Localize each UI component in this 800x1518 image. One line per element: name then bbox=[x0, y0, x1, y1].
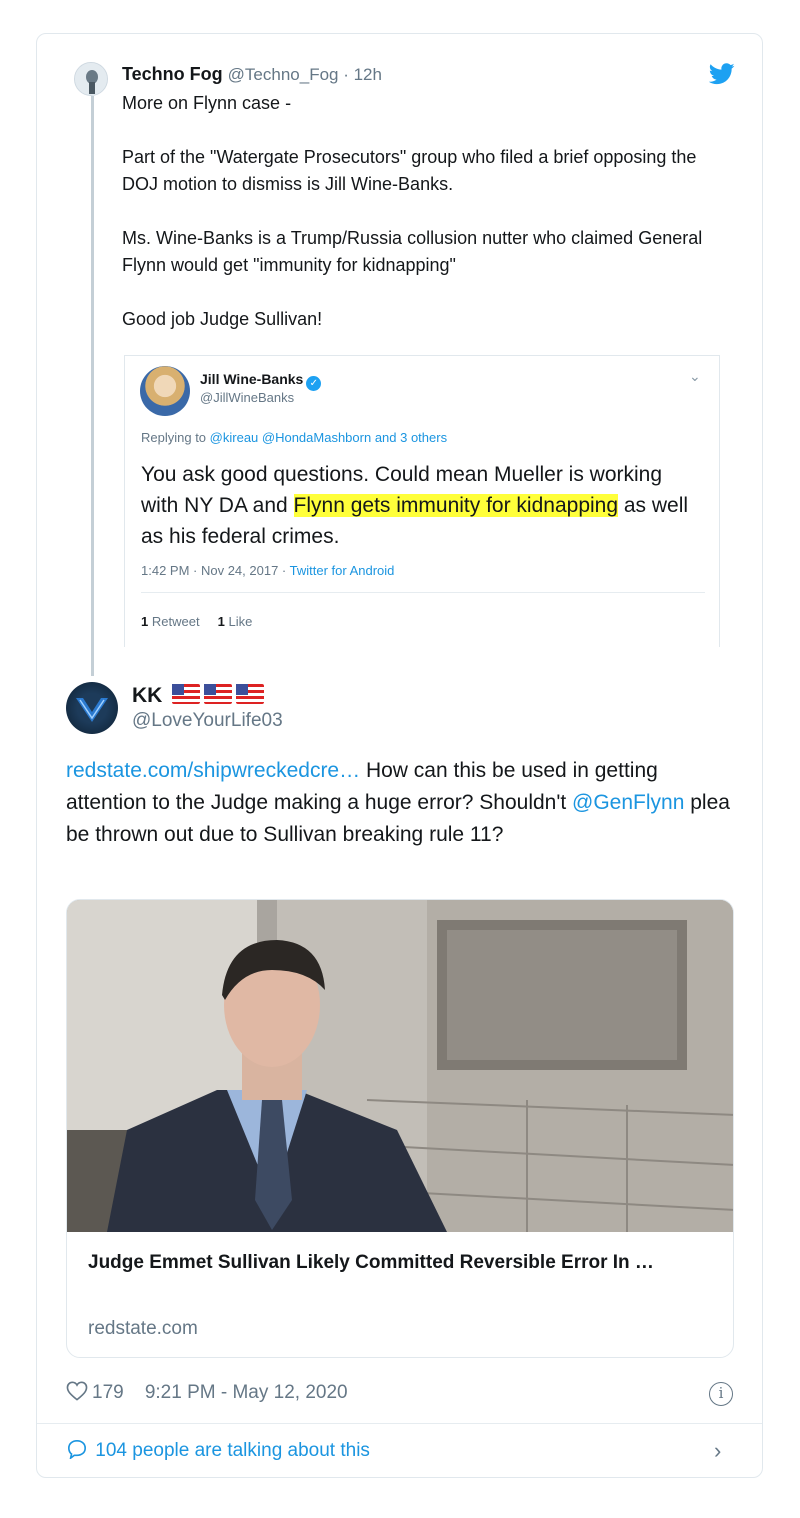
link-preview-card[interactable]: Judge Emmet Sullivan Likely Committed Re… bbox=[66, 899, 734, 1358]
chevron-down-icon: ⌄ bbox=[689, 368, 701, 384]
main-author-handle[interactable]: @LoveYourLife03 bbox=[132, 710, 283, 732]
article-domain: redstate.com bbox=[88, 1318, 198, 1339]
reply-to-accounts: @kireau @HondaMashborn and 3 others bbox=[209, 430, 448, 445]
highlighted-text: Flynn gets immunity for kidnapping bbox=[293, 494, 619, 517]
twitter-bird-icon[interactable] bbox=[709, 63, 735, 85]
main-author-name[interactable]: KK bbox=[132, 684, 265, 708]
author-name[interactable]: Techno Fog bbox=[122, 64, 223, 84]
jill-wine-banks-avatar bbox=[140, 366, 190, 416]
heart-icon[interactable] bbox=[66, 1381, 88, 1407]
thread-connector-line bbox=[91, 96, 94, 676]
parent-tweet-text: More on Flynn case - Part of the "Waterg… bbox=[122, 90, 722, 360]
tweet-timestamp[interactable]: 9:21 PM - May 12, 2020 bbox=[145, 1382, 348, 1403]
quoted-stats: 1 Retweet 1 Like bbox=[141, 614, 253, 629]
us-flag-icon bbox=[236, 684, 265, 704]
quoted-author-name: Jill Wine-Banks ✓ bbox=[200, 371, 322, 391]
mention-link[interactable]: @GenFlynn bbox=[572, 791, 684, 814]
us-flag-icon bbox=[204, 684, 233, 704]
quoted-timestamp: 1:42 PM · Nov 24, 2017 · Twitter for And… bbox=[141, 563, 395, 578]
quoted-tweet-screenshot: Jill Wine-Banks ✓ @JillWineBanks ⌄ Replyi… bbox=[124, 355, 720, 647]
divider bbox=[37, 1423, 762, 1424]
client-name: Twitter for Android bbox=[289, 563, 395, 578]
divider bbox=[141, 592, 705, 593]
article-image bbox=[67, 900, 733, 1232]
tweet-paragraph: More on Flynn case - bbox=[122, 93, 292, 113]
article-title[interactable]: Judge Emmet Sullivan Likely Committed Re… bbox=[88, 1252, 654, 1274]
main-tweet-text: redstate.com/shipwreckedcre… How can thi… bbox=[66, 759, 730, 846]
conversation-link[interactable]: 104 people are talking about this bbox=[66, 1439, 370, 1462]
replying-to-line: Replying to @kireau @HondaMashborn and 3… bbox=[141, 430, 448, 445]
tweet-link[interactable]: redstate.com/shipwreckedcre… bbox=[66, 759, 360, 782]
parent-tweet-header: Techno Fog @Techno_Fog · 12h bbox=[122, 64, 382, 85]
speech-bubble-icon bbox=[67, 1439, 87, 1461]
tweet-paragraph: Good job Judge Sullivan! bbox=[122, 309, 323, 329]
tweet-paragraph: Part of the "Watergate Prosecutors" grou… bbox=[122, 147, 697, 194]
techno-fog-avatar[interactable] bbox=[74, 62, 108, 96]
verified-badge-icon: ✓ bbox=[306, 376, 322, 391]
kk-avatar[interactable] bbox=[66, 682, 118, 734]
us-flag-icon bbox=[172, 684, 201, 704]
chevron-right-icon[interactable]: › bbox=[714, 1438, 721, 1464]
tweet-paragraph: Ms. Wine-Banks is a Trump/Russia collusi… bbox=[122, 228, 703, 275]
tweet-footer: 179 9:21 PM - May 12, 2020 bbox=[66, 1381, 348, 1407]
quoted-author-handle: @JillWineBanks bbox=[200, 390, 295, 405]
info-icon[interactable]: i bbox=[709, 1382, 733, 1406]
like-count[interactable]: 179 bbox=[92, 1382, 124, 1403]
quoted-tweet-text: You ask good questions. Could mean Muell… bbox=[141, 463, 689, 548]
author-handle-time[interactable]: @Techno_Fog · 12h bbox=[228, 65, 382, 84]
